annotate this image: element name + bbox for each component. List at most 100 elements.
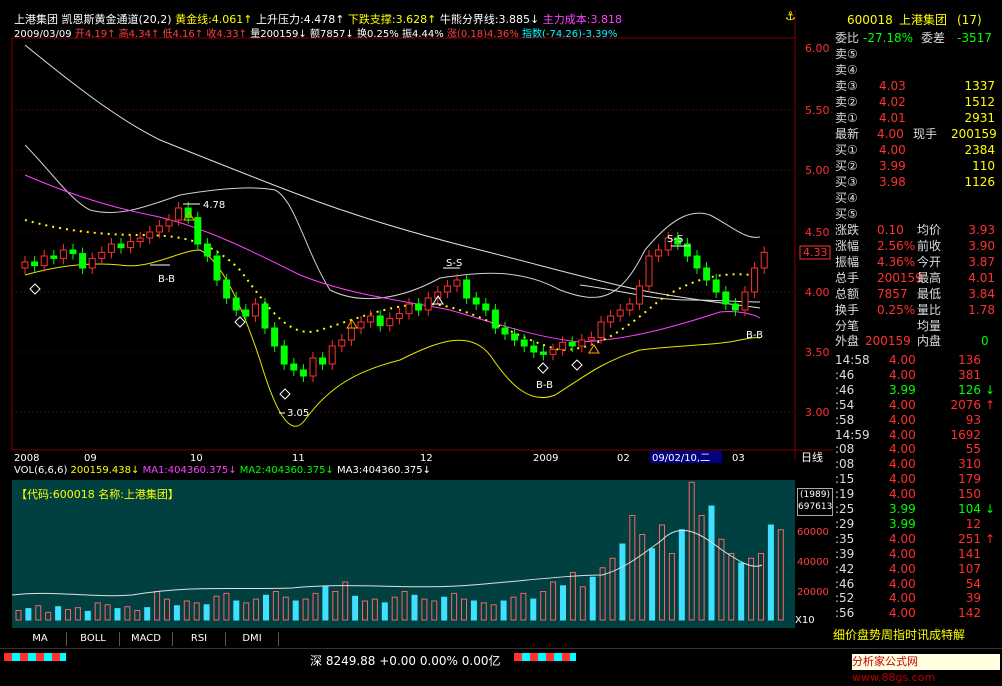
candle-body <box>261 303 269 329</box>
ask-label: 卖③ <box>835 79 858 93</box>
tab-macd[interactable]: MACD <box>120 632 173 646</box>
bid-label: 买① <box>835 143 858 157</box>
stock-seq: (17) <box>957 13 982 27</box>
low-marker-label: 3.05 <box>287 408 309 419</box>
price-tick: 6.00 <box>805 42 830 55</box>
candle-body <box>616 309 624 317</box>
tick-time: 14:59 <box>835 427 870 442</box>
volume-axis: (1989) 697613 60000 40000 20000 X10 <box>795 480 833 628</box>
volume-bar <box>193 602 200 621</box>
candle-body <box>79 253 87 269</box>
date-axis: 2008 09 10 11 12 2009 02 09/02/10,二 03 日… <box>14 450 823 464</box>
volume-bar <box>55 606 62 621</box>
stat-label: 总手 <box>835 271 860 285</box>
candle-body <box>319 357 327 365</box>
volume-panel[interactable]: 【代码:600018 名称:上港集团】 <box>12 480 795 628</box>
volume-bar <box>292 600 299 621</box>
tick-volume: 12 <box>965 516 981 531</box>
candle-body <box>107 243 115 253</box>
volume-bar <box>104 604 111 621</box>
volume-bar <box>560 585 566 621</box>
tab-boll[interactable]: BOLL <box>67 632 120 646</box>
tick-row: :52 4.00 39 <box>833 590 999 606</box>
now-hand-label: 现手 <box>913 127 938 141</box>
site-link[interactable]: 分析家公式网www.88gs.com <box>852 654 1000 684</box>
vol-ma2: MA2:404360.375 <box>239 465 326 476</box>
price-tick: 4.00 <box>805 286 830 299</box>
candle-body <box>21 261 29 269</box>
date-label: 2008 <box>14 453 39 464</box>
ask-label: 卖② <box>835 95 858 109</box>
tick-price: 4.00 <box>889 561 916 576</box>
bid-price: 4.00 <box>879 143 906 157</box>
candle-body <box>299 369 307 377</box>
tick-volume: 104 <box>958 502 981 516</box>
stat-label: 最高 <box>917 271 942 285</box>
market-meter-icon <box>4 653 66 661</box>
candle-body <box>232 297 240 311</box>
tick-price: 4.00 <box>889 487 916 502</box>
candle-body <box>347 327 355 341</box>
tick-price: 4.00 <box>889 472 916 487</box>
volume-bar <box>490 604 497 621</box>
ask-label: 卖⑤ <box>835 47 858 61</box>
volume-chart <box>12 481 784 621</box>
tab-dmi[interactable]: DMI <box>226 632 279 646</box>
volume-bar <box>639 534 646 621</box>
volume-bar <box>431 600 438 621</box>
volume-bar <box>520 592 527 621</box>
ask-price: 4.01 <box>879 111 906 125</box>
candle-body <box>559 341 567 351</box>
candle-body <box>338 339 346 347</box>
bb-marker: B-B <box>158 274 175 285</box>
volume-bar <box>84 610 91 621</box>
tab-rsi[interactable]: RSI <box>173 632 226 646</box>
stat-value: 2.56% <box>877 239 916 253</box>
candle-body <box>50 255 58 259</box>
candle-body <box>367 315 375 323</box>
tick-arrow: ↓ <box>984 382 995 397</box>
period-label[interactable]: 日线 <box>801 450 823 464</box>
volume-bar <box>173 605 180 621</box>
price-chart[interactable]: 6.00 5.50 5.00 4.50 4.00 3.50 3.00 4.33 <box>0 0 833 480</box>
anchor-icon[interactable]: ⚓ <box>785 9 796 23</box>
tick-volume: 179 <box>958 472 981 487</box>
stat-label: 量比 <box>917 303 942 317</box>
volume-bar <box>629 515 636 621</box>
candle-body <box>645 255 653 287</box>
tick-row: :29 3.99 12 <box>833 516 999 532</box>
volume-bar <box>569 572 576 621</box>
tick-price: 3.99 <box>889 502 916 516</box>
candle-body <box>693 255 701 269</box>
tick-price: 3.99 <box>889 516 916 531</box>
volume-bar <box>272 591 279 621</box>
tick-row: :56 4.00 142 <box>833 605 999 621</box>
candle-body <box>88 257 96 269</box>
volume-bar <box>728 553 735 621</box>
tick-row: :54 4.00 2076 ↑ <box>833 397 999 413</box>
candle-body <box>511 333 519 341</box>
stat-value: 3.90 <box>968 239 995 253</box>
tick-time: :35 <box>835 531 855 546</box>
bid-row: 买⑤ <box>833 206 999 222</box>
tick-price: 4.00 <box>889 367 916 382</box>
volume-bar <box>74 607 81 621</box>
stat-label: 最低 <box>917 287 942 301</box>
bid-label: 买② <box>835 159 858 173</box>
candle-body <box>127 241 135 249</box>
tick-row: :15 4.00 179 <box>833 471 999 487</box>
tick-price: 4.00 <box>889 412 916 427</box>
stat-label: 振幅 <box>835 255 860 269</box>
price-tick: 5.50 <box>805 104 830 117</box>
panel-bottom-tabs[interactable]: 细价盘势周指时讯成特解 <box>833 626 999 640</box>
outer-label: 外盘 <box>835 334 860 348</box>
volume-bar <box>371 598 378 621</box>
candle-body <box>655 249 663 257</box>
volume-bar <box>203 604 210 621</box>
tick-price: 4.00 <box>889 591 916 606</box>
candle-body <box>712 279 720 293</box>
bid-label: 买③ <box>835 175 858 189</box>
tab-ma[interactable]: MA <box>14 632 67 646</box>
candle-body <box>98 251 106 259</box>
tick-volume: 2076 <box>950 397 981 412</box>
